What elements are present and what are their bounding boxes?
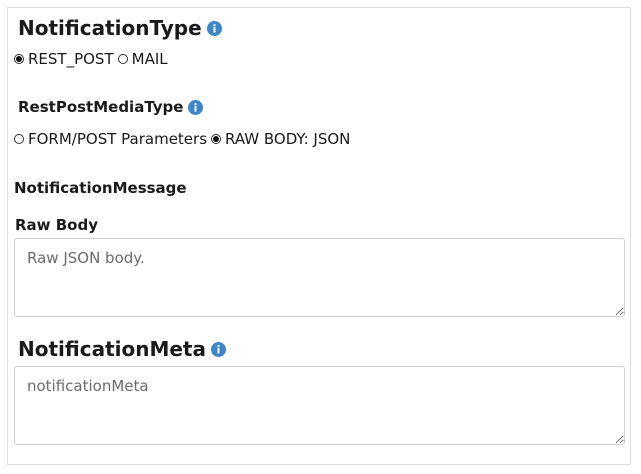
rest-post-media-type-radio-group: FORM/POST Parameters RAW BODY: JSON xyxy=(14,129,350,149)
radio-form-post-parameters-label: FORM/POST Parameters xyxy=(28,130,208,148)
raw-body-label: Raw Body xyxy=(15,215,98,235)
raw-body-textarea[interactable] xyxy=(14,238,625,317)
info-icon[interactable] xyxy=(188,99,204,115)
notification-message-title: NotificationMessage xyxy=(14,179,187,197)
radio-raw-body-json[interactable]: RAW BODY: JSON xyxy=(211,130,350,148)
notification-type-heading: NotificationType xyxy=(18,15,222,41)
radio-rest-post[interactable]: REST_POST xyxy=(14,50,114,68)
radio-raw-body-json-label: RAW BODY: JSON xyxy=(225,130,351,148)
radio-mail[interactable]: MAIL xyxy=(117,50,168,68)
info-icon[interactable] xyxy=(206,20,222,36)
radio-mail-button[interactable] xyxy=(117,54,128,64)
radio-form-post-parameters[interactable]: FORM/POST Parameters xyxy=(14,130,207,148)
notification-message-heading: NotificationMessage xyxy=(14,178,187,198)
radio-rest-post-button[interactable] xyxy=(14,54,24,64)
radio-mail-label: MAIL xyxy=(131,50,168,68)
notification-type-title: NotificationType xyxy=(18,16,202,40)
notification-type-radio-group: REST_POST MAIL xyxy=(14,49,168,69)
notification-meta-title: NotificationMeta xyxy=(18,337,206,361)
radio-raw-body-json-button[interactable] xyxy=(211,134,222,144)
raw-body-label-text: Raw Body xyxy=(15,216,99,234)
info-icon[interactable] xyxy=(211,341,226,357)
radio-form-post-parameters-button[interactable] xyxy=(14,134,24,144)
rest-post-media-type-heading: RestPostMediaType xyxy=(18,97,204,117)
notification-meta-heading: NotificationMeta xyxy=(18,336,226,362)
radio-rest-post-label: REST_POST xyxy=(28,50,114,68)
notification-meta-textarea[interactable] xyxy=(14,366,625,445)
rest-post-media-type-title: RestPostMediaType xyxy=(18,98,184,116)
